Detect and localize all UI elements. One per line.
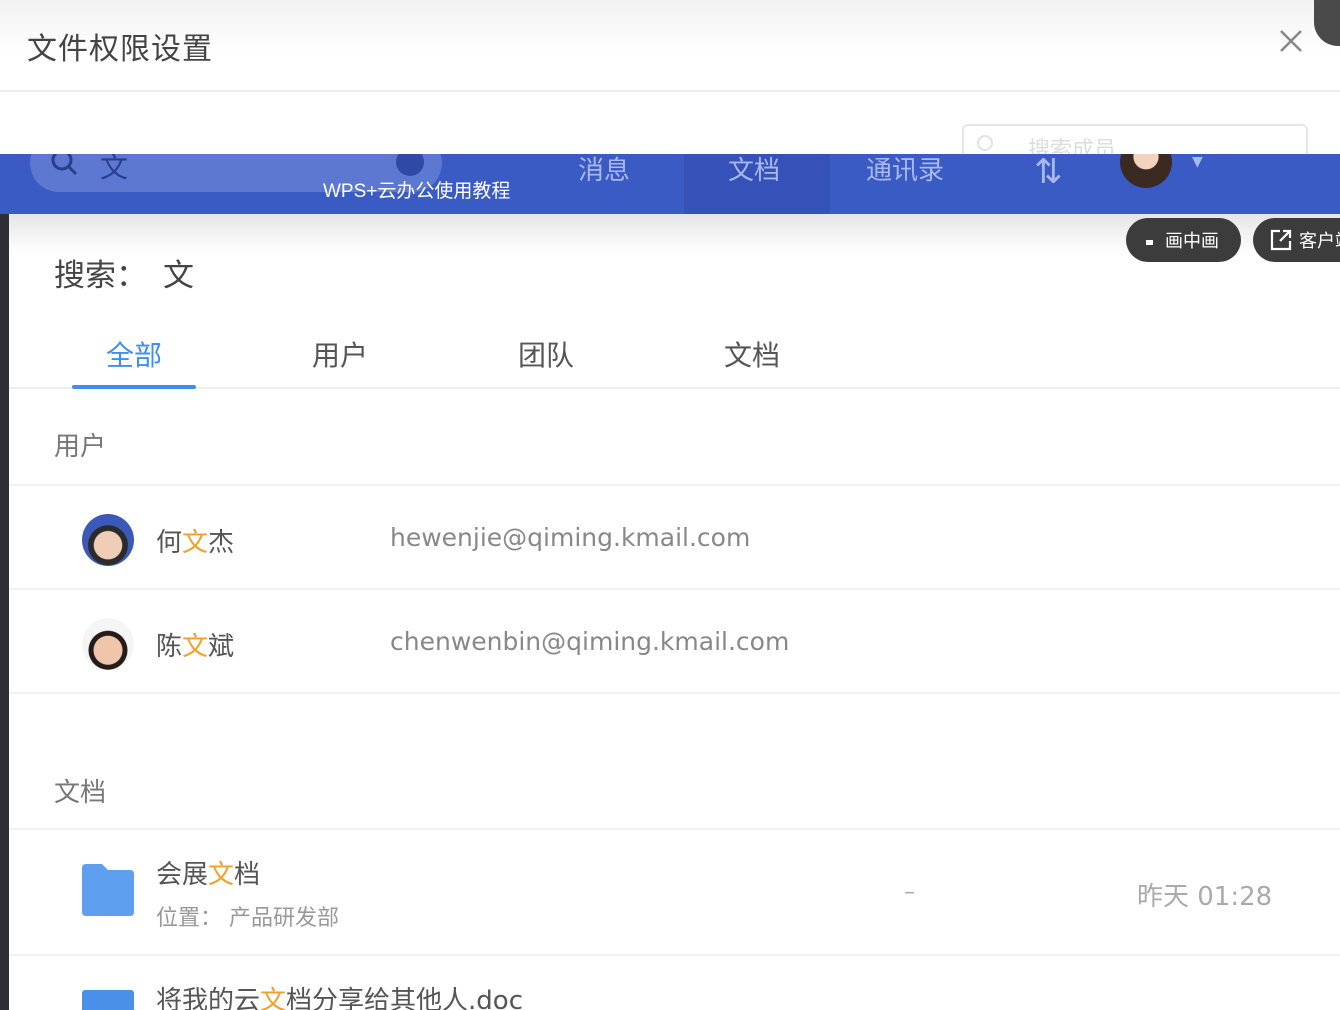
- document-title: 会展文档: [156, 860, 261, 890]
- document-location: 位置： 产品研发部: [156, 906, 339, 931]
- app-search-query: 文: [100, 154, 129, 184]
- tab-active-indicator: [72, 385, 196, 389]
- divider: [9, 588, 1340, 590]
- user-email: hewenjie@qiming.kmail.com: [390, 523, 751, 552]
- search-label: 搜索：: [54, 258, 147, 294]
- search-keyword: 文: [163, 258, 194, 294]
- sort-icon[interactable]: ⇅: [1034, 154, 1063, 192]
- word-doc-icon: [82, 990, 134, 1010]
- close-icon[interactable]: [1276, 26, 1306, 56]
- client-button[interactable]: 客户端: [1253, 218, 1340, 262]
- pip-button[interactable]: 画中画: [1126, 218, 1241, 262]
- dialog-header: 文件权限设置: [0, 0, 1340, 92]
- search-heading: 搜索： 文: [54, 250, 194, 295]
- avatar: [82, 514, 134, 566]
- user-name: 何文杰: [156, 528, 235, 558]
- video-caption: WPS+云办公使用教程: [323, 181, 511, 202]
- divider: [9, 828, 1340, 830]
- avatar: [82, 618, 134, 670]
- tabs-divider: [9, 387, 1340, 389]
- divider: [9, 954, 1340, 956]
- pip-label: 画中画: [1165, 231, 1219, 252]
- left-edge: [0, 214, 9, 1010]
- search-icon: [977, 135, 993, 151]
- user-name: 陈文斌: [156, 632, 235, 662]
- external-link-icon: [1270, 229, 1292, 251]
- tab-documents[interactable]: 文档: [724, 334, 780, 374]
- tab-users[interactable]: 用户: [312, 334, 368, 374]
- tab-all[interactable]: 全部: [106, 334, 162, 374]
- folder-icon: [82, 864, 134, 916]
- client-label: 客户端: [1299, 231, 1340, 252]
- nav-messages[interactable]: 消息: [578, 154, 630, 187]
- nav-documents[interactable]: 文档: [728, 154, 780, 187]
- clear-icon[interactable]: [396, 154, 424, 176]
- pip-icon: [1146, 239, 1153, 245]
- search-icon: [51, 154, 78, 176]
- users-section-label: 用户: [54, 432, 107, 462]
- divider: [9, 484, 1340, 486]
- nav-contacts[interactable]: 通讯录: [866, 154, 944, 187]
- app-bar: 文 消息 文档 通讯录 ⇅ ▼: [0, 154, 1340, 214]
- document-title: 将我的云文档分享给其他人.doc: [156, 986, 524, 1010]
- document-time: 昨天 01:28: [1137, 882, 1273, 912]
- user-email: chenwenbin@qiming.kmail.com: [390, 627, 790, 656]
- chevron-down-icon[interactable]: ▼: [1192, 154, 1203, 170]
- user-avatar[interactable]: [1120, 154, 1172, 188]
- document-size: –: [904, 880, 915, 905]
- tab-teams[interactable]: 团队: [518, 334, 574, 374]
- docs-section-label: 文档: [54, 778, 107, 808]
- divider: [9, 692, 1340, 694]
- dialog-title: 文件权限设置: [27, 32, 213, 67]
